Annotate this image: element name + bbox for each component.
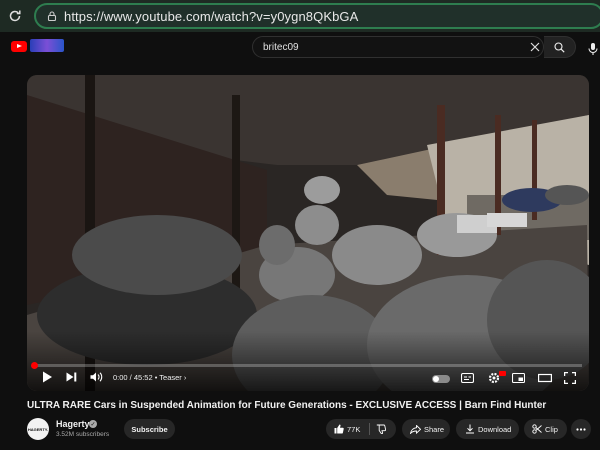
avatar[interactable]: HAGERTY.	[27, 418, 49, 440]
youtube-doodle[interactable]	[30, 39, 64, 52]
like-icon	[334, 424, 344, 434]
lock-icon[interactable]	[40, 10, 64, 22]
fullscreen-icon[interactable]	[564, 372, 576, 384]
subscriber-count: 3.52M subscribers	[56, 431, 110, 438]
like-dislike-group: 77K	[326, 419, 396, 439]
search-box[interactable]: britec09	[252, 36, 544, 58]
channel-name[interactable]: Hagerty	[56, 419, 90, 429]
download-label: Download	[478, 424, 512, 434]
theater-icon[interactable]	[538, 373, 552, 383]
progress-bar[interactable]	[34, 364, 582, 367]
controls-gradient	[27, 331, 589, 391]
youtube-logo[interactable]	[11, 41, 27, 52]
chapter-label[interactable]: Teaser	[159, 373, 182, 382]
download-icon	[466, 424, 474, 434]
clip-label: Clip	[545, 424, 558, 434]
search-button[interactable]	[544, 36, 576, 58]
like-button[interactable]: 77K	[334, 424, 360, 434]
chevron-right-icon[interactable]: ›	[184, 373, 187, 382]
dislike-icon	[377, 424, 387, 434]
autoplay-toggle[interactable]	[432, 375, 450, 383]
divider	[369, 423, 371, 435]
share-icon	[410, 424, 421, 434]
reload-icon[interactable]	[0, 0, 30, 32]
subscribe-button[interactable]: Subscribe	[124, 419, 175, 439]
volume-icon[interactable]	[90, 372, 103, 382]
search-icon	[554, 41, 565, 53]
verified-icon: ✓	[89, 420, 97, 428]
miniplayer-icon[interactable]	[512, 373, 525, 383]
more-actions-button[interactable]	[571, 419, 591, 439]
play-icon[interactable]	[41, 371, 53, 383]
time-display: 0:00 / 45:52 • Teaser ›	[113, 373, 186, 382]
hd-badge	[499, 371, 506, 376]
subscribe-label: Subscribe	[131, 424, 168, 434]
subtitles-icon[interactable]	[461, 373, 474, 383]
clip-icon	[532, 424, 542, 434]
progress-scrubber[interactable]	[31, 362, 38, 369]
share-label: Share	[424, 424, 445, 434]
browser-toolbar: https://www.youtube.com/watch?v=y0ygn8QK…	[0, 0, 600, 32]
address-bar[interactable]: https://www.youtube.com/watch?v=y0ygn8QK…	[34, 3, 600, 29]
download-button[interactable]: Download	[456, 419, 519, 439]
close-icon[interactable]	[525, 37, 545, 57]
url-text[interactable]: https://www.youtube.com/watch?v=y0ygn8QK…	[64, 9, 358, 24]
like-count: 77K	[347, 424, 361, 434]
time-text: 0:00 / 45:52	[113, 373, 153, 382]
video-title: ULTRA RARE Cars in Suspended Animation f…	[27, 400, 547, 411]
mic-icon[interactable]	[586, 42, 600, 56]
video-player[interactable]: 0:00 / 45:52 • Teaser ›	[27, 75, 589, 391]
dislike-button[interactable]	[376, 424, 387, 434]
next-icon[interactable]	[65, 372, 77, 382]
more-icon	[576, 427, 586, 431]
youtube-header: britec09	[0, 32, 600, 62]
clip-button[interactable]: Clip	[524, 419, 567, 439]
search-input[interactable]: britec09	[263, 42, 299, 53]
share-button[interactable]: Share	[402, 419, 450, 439]
